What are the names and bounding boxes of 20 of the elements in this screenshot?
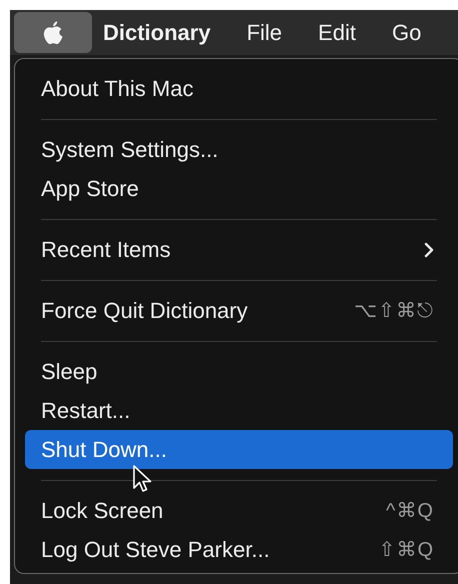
menu-item[interactable]: App Store [25,169,453,208]
menu-bar-item[interactable]: File [228,12,300,53]
menu-item[interactable]: Sleep [25,352,453,391]
keyboard-shortcut: ⌥⇧⌘⎋ [354,299,434,323]
menu-item[interactable]: Lock Screen ^⌘Q [25,491,453,530]
menu-bar-item[interactable]: Dictionary [92,12,229,53]
chevron-icon [424,242,434,258]
apple-logo-icon [42,20,64,46]
keyboard-shortcut: ⇧⌘Q [378,538,434,562]
apple-menu-button[interactable] [14,12,92,53]
menu-item[interactable]: Force Quit Dictionary ⌥⇧⌘⎋ [25,291,453,330]
menu-item[interactable]: System Settings... [25,130,453,169]
menu-item[interactable]: Shut Down... [25,430,453,469]
menu-bar-item[interactable]: Go [374,12,440,53]
menu-item[interactable]: About This Mac [25,69,453,108]
menu-item[interactable]: Restart... [25,391,453,430]
menu-item[interactable]: Recent Items [25,230,453,269]
menu-bar-item[interactable]: Edit [300,12,374,53]
menu-item[interactable]: Log Out Steve Parker... ⇧⌘Q [25,530,453,569]
keyboard-shortcut: ^⌘Q [386,499,434,523]
